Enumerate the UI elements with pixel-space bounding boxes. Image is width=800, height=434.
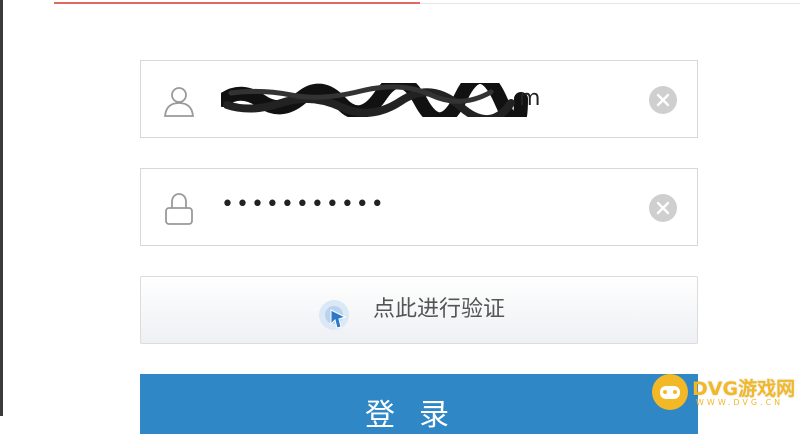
site-watermark: DVG游戏网 WWW.DVG.CN (646, 372, 796, 414)
cursor-pointer-icon (317, 297, 353, 333)
captcha-verify-button[interactable]: 点此进行验证 (140, 276, 698, 344)
login-button-label: 登录 (365, 398, 473, 433)
password-field[interactable]: ••••••••••• (140, 168, 698, 246)
watermark-text: DVG游戏网 (692, 378, 796, 400)
clear-username-icon[interactable] (649, 86, 677, 114)
verify-button-label: 点此进行验证 (373, 297, 506, 322)
username-field[interactable]: m (140, 60, 698, 138)
lock-icon (161, 191, 197, 227)
obscured-username-scribble (221, 83, 528, 117)
active-tab-underline (54, 2, 420, 4)
user-icon (161, 83, 197, 119)
clear-password-icon[interactable] (649, 194, 677, 222)
window-edge (0, 0, 3, 416)
username-visible-tail: m (519, 86, 541, 111)
gamepad-logo-icon (652, 374, 688, 410)
inactive-tab-underline (420, 3, 800, 4)
password-value: ••••••••••• (221, 192, 386, 217)
login-button[interactable]: 登录 (140, 374, 698, 434)
watermark-subtext: WWW.DVG.CN (696, 398, 784, 407)
